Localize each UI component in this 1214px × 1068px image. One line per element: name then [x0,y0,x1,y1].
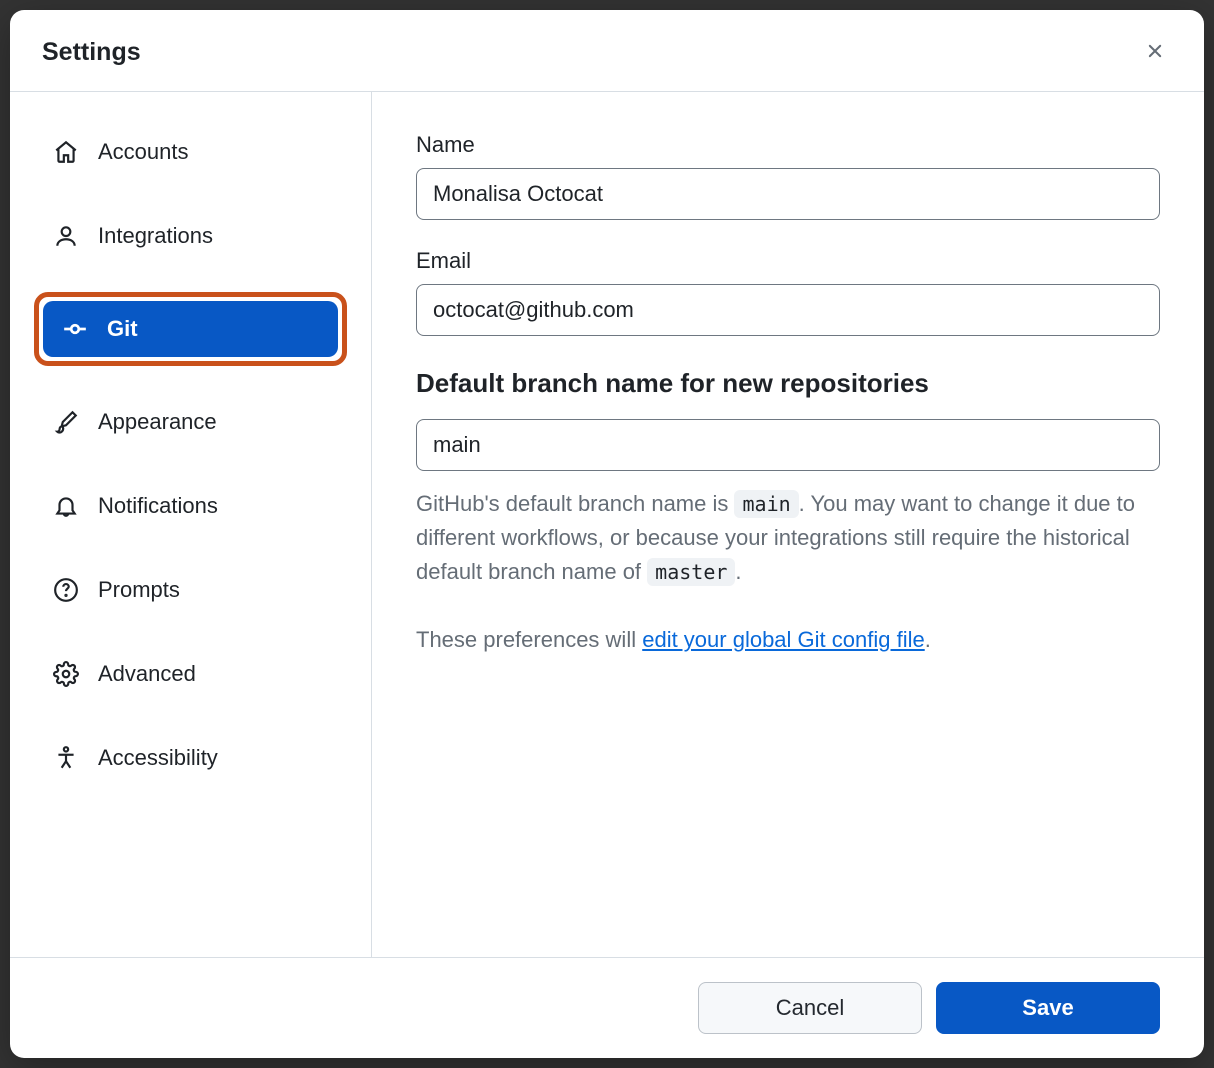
close-button[interactable] [1138,34,1172,71]
sidebar-item-label: Integrations [98,223,213,249]
question-icon [52,576,80,604]
sidebar-item-label: Git [107,316,138,342]
gear-icon [52,660,80,688]
sidebar-item-label: Accounts [98,139,189,165]
default-branch-input[interactable] [416,419,1160,471]
modal-header: Settings [10,10,1204,92]
email-input[interactable] [416,284,1160,336]
sidebar-item-prompts[interactable]: Prompts [34,562,347,618]
git-commit-icon [61,315,89,343]
branch-description: GitHub's default branch name is main. Yo… [416,487,1160,589]
email-field-group: Email [416,248,1160,336]
bell-icon [52,492,80,520]
sidebar-item-git[interactable]: Git [34,292,347,366]
accessibility-icon [52,744,80,772]
modal-title: Settings [42,38,141,67]
sidebar: Accounts Integrations Git [10,92,372,957]
name-field-group: Name [416,132,1160,220]
sidebar-item-appearance[interactable]: Appearance [34,394,347,450]
settings-modal: Settings Accounts Integrations [10,10,1204,1058]
modal-footer: Cancel Save [10,957,1204,1058]
sidebar-item-label: Notifications [98,493,218,519]
code-master: master [647,558,735,586]
config-note: These preferences will edit your global … [416,627,1160,653]
sidebar-item-advanced[interactable]: Advanced [34,646,347,702]
sidebar-item-accounts[interactable]: Accounts [34,124,347,180]
close-icon [1144,40,1166,65]
sidebar-item-label: Accessibility [98,745,218,771]
content-pane: Name Email Default branch name for new r… [372,92,1204,957]
cancel-button[interactable]: Cancel [698,982,922,1034]
person-icon [52,222,80,250]
sidebar-item-label: Appearance [98,409,217,435]
sidebar-item-accessibility[interactable]: Accessibility [34,730,347,786]
name-label: Name [416,132,1160,158]
code-main: main [734,490,798,518]
sidebar-item-notifications[interactable]: Notifications [34,478,347,534]
edit-git-config-link[interactable]: edit your global Git config file [642,627,925,652]
name-input[interactable] [416,168,1160,220]
sidebar-item-label: Prompts [98,577,180,603]
modal-body: Accounts Integrations Git [10,92,1204,957]
default-branch-heading: Default branch name for new repositories [416,368,1160,399]
email-label: Email [416,248,1160,274]
save-button[interactable]: Save [936,982,1160,1034]
paintbrush-icon [52,408,80,436]
home-icon [52,138,80,166]
sidebar-item-integrations[interactable]: Integrations [34,208,347,264]
sidebar-item-label: Advanced [98,661,196,687]
